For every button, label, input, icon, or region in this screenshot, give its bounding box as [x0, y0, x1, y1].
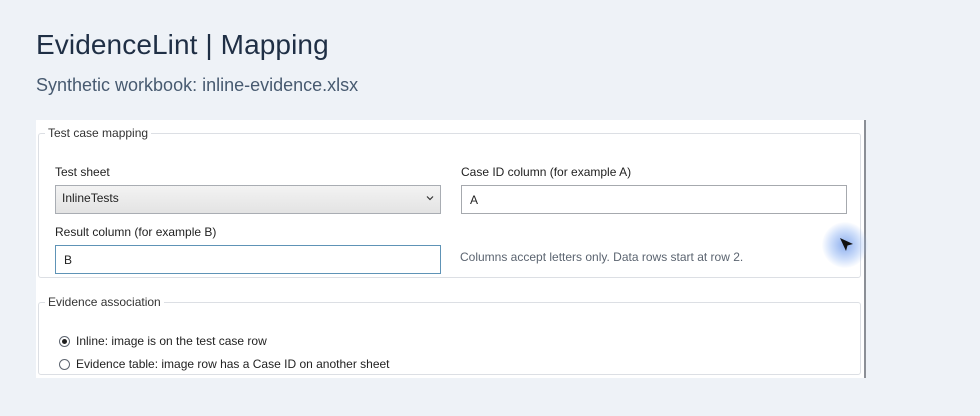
test-case-mapping-group: Test case mapping Test sheet InlineTests…: [38, 126, 861, 278]
radio-option-evidence-table[interactable]: Evidence table: image row has a Case ID …: [59, 357, 390, 371]
app-window: EvidenceLint | Mapping Synthetic workboo…: [0, 0, 980, 416]
evidence-association-legend: Evidence association: [48, 295, 161, 309]
radio-option-inline[interactable]: Inline: image is on the test case row: [59, 334, 267, 348]
case-id-column-label: Case ID column (for example A): [461, 165, 632, 179]
result-column-input[interactable]: B: [55, 245, 441, 274]
chevron-down-icon: [426, 196, 434, 201]
radio-label-evidence-table: Evidence table: image row has a Case ID …: [76, 357, 390, 371]
evidence-association-group: Evidence association Inline: image is on…: [38, 295, 861, 375]
test-case-mapping-legend: Test case mapping: [48, 126, 149, 140]
page-title: EvidenceLint | Mapping: [36, 29, 329, 60]
radio-label-inline: Inline: image is on the test case row: [76, 334, 267, 348]
test-sheet-label: Test sheet: [55, 165, 110, 179]
radio-button-inline[interactable]: [59, 335, 70, 347]
test-sheet-value: InlineTests: [62, 191, 119, 205]
radio-button-evidence-table[interactable]: [59, 358, 70, 370]
case-id-column-input[interactable]: A: [461, 185, 847, 214]
workbook-subtitle: Synthetic workbook: inline-evidence.xlsx: [36, 75, 359, 95]
column-hint-text: Columns accept letters only. Data rows s…: [460, 250, 744, 264]
result-column-label: Result column (for example B): [55, 225, 217, 239]
mapping-panel: Test case mapping Test sheet InlineTests…: [36, 120, 866, 378]
case-id-column-value: A: [470, 193, 479, 207]
mouse-pointer-icon: [840, 238, 853, 251]
result-column-value: B: [64, 253, 73, 267]
test-sheet-select[interactable]: InlineTests: [55, 185, 441, 214]
